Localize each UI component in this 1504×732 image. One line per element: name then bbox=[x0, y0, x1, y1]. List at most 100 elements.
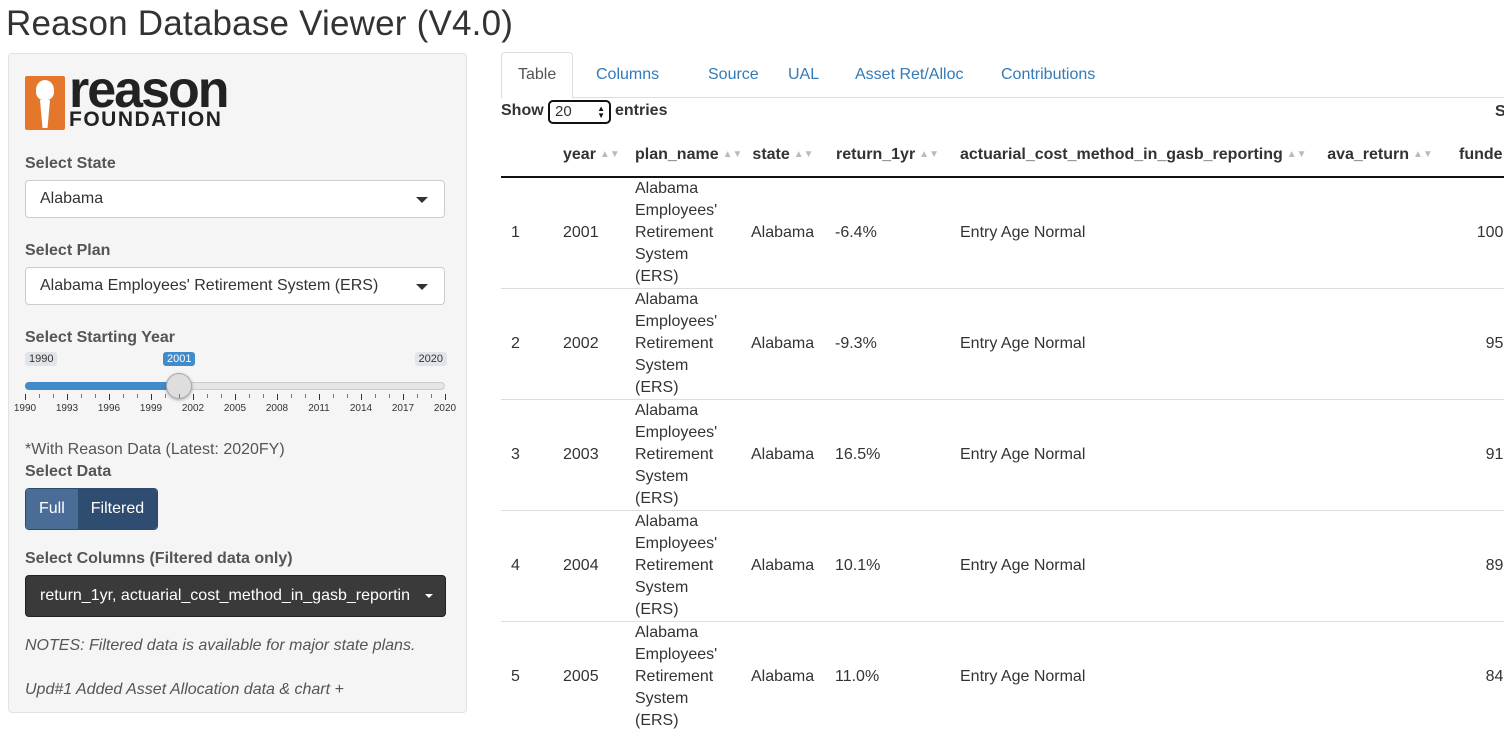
cell-year: 2005 bbox=[553, 622, 625, 732]
state-select[interactable]: Alabama bbox=[25, 180, 445, 218]
plan-name-line: Retirement bbox=[635, 666, 731, 688]
cell-plan-name: AlabamaEmployees'RetirementSystem (ERS) bbox=[625, 400, 741, 511]
chevron-down-icon bbox=[416, 284, 428, 290]
tab-table[interactable]: Table bbox=[501, 52, 573, 99]
plan-name-line: Alabama bbox=[635, 622, 731, 644]
col-header-plan-name[interactable]: plan_name▲▼ bbox=[625, 134, 741, 177]
cell-funded: 84.0% bbox=[1449, 622, 1504, 732]
cell-funded: 91.1% bbox=[1449, 400, 1504, 511]
entries-select[interactable]: 20 ▲▼ bbox=[548, 100, 611, 124]
col-header-year[interactable]: year▲▼ bbox=[553, 134, 625, 177]
table-row[interactable]: 12001AlabamaEmployees'RetirementSystem (… bbox=[501, 177, 1504, 289]
chevron-down-icon bbox=[425, 594, 433, 598]
slider-tick-label: 1999 bbox=[140, 403, 162, 414]
cell-ava-return bbox=[1311, 511, 1449, 622]
table-row[interactable]: 42004AlabamaEmployees'RetirementSystem (… bbox=[501, 511, 1504, 622]
col-header-funded[interactable]: funde bbox=[1449, 134, 1504, 177]
slider-tick bbox=[123, 394, 124, 398]
plan-select[interactable]: Alabama Employees' Retirement System (ER… bbox=[25, 267, 445, 305]
table-row[interactable]: 52005AlabamaEmployees'RetirementSystem (… bbox=[501, 622, 1504, 732]
row-index: 5 bbox=[501, 622, 553, 732]
sort-icon: ▲▼ bbox=[919, 149, 939, 160]
slider-tick-label: 2014 bbox=[350, 403, 372, 414]
sidebar-panel: reason FOUNDATION Select State Alabama S… bbox=[8, 53, 467, 713]
sort-icon: ▲▼ bbox=[600, 149, 620, 160]
tab-columns[interactable]: Columns bbox=[580, 52, 675, 99]
cell-year: 2001 bbox=[553, 177, 625, 289]
slider-tick bbox=[431, 394, 432, 398]
tab-ual[interactable]: UAL bbox=[772, 52, 835, 99]
table-row[interactable]: 32003AlabamaEmployees'RetirementSystem (… bbox=[501, 400, 1504, 511]
plan-name-line: Alabama bbox=[635, 178, 731, 200]
slider-tick bbox=[319, 394, 320, 400]
slider-tick bbox=[263, 394, 264, 398]
sort-icon: ▲▼ bbox=[1287, 149, 1307, 160]
plan-name-line: Employees' bbox=[635, 311, 731, 333]
col-header-index bbox=[501, 134, 553, 177]
slider-tick-label: 2017 bbox=[392, 403, 414, 414]
plan-select-value: Alabama Employees' Retirement System (ER… bbox=[40, 277, 378, 294]
plan-name-line: Retirement bbox=[635, 444, 731, 466]
cell-year: 2002 bbox=[553, 289, 625, 400]
slider-tick-label: 2011 bbox=[308, 403, 330, 414]
plan-name-line: System (ERS) bbox=[635, 577, 731, 621]
chevron-down-icon bbox=[416, 197, 428, 203]
slider-tick bbox=[53, 394, 54, 398]
slider-tick bbox=[25, 394, 26, 400]
col-header-return-1yr[interactable]: return_1yr▲▼ bbox=[825, 134, 950, 177]
plan-name-line: Alabama bbox=[635, 511, 731, 533]
cell-funded: 100.2% bbox=[1449, 177, 1504, 289]
plan-name-line: System (ERS) bbox=[635, 244, 731, 288]
columns-select[interactable]: return_1yr, actuarial_cost_method_in_gas… bbox=[25, 575, 446, 617]
col-header-state[interactable]: state▲▼ bbox=[741, 134, 825, 177]
slider-tick bbox=[193, 394, 194, 400]
cell-ava-return bbox=[1311, 289, 1449, 400]
slider-tick bbox=[445, 394, 446, 400]
state-label: Select State bbox=[25, 155, 116, 173]
cell-return-1yr: 16.5% bbox=[825, 400, 950, 511]
col-header-ava-return[interactable]: ava_return▲▼ bbox=[1311, 134, 1449, 177]
slider-tick bbox=[347, 394, 348, 398]
tab-source[interactable]: Source bbox=[692, 52, 775, 99]
table-row[interactable]: 22002AlabamaEmployees'RetirementSystem (… bbox=[501, 289, 1504, 400]
slider-tick bbox=[333, 394, 334, 398]
full-button[interactable]: Full bbox=[26, 489, 78, 529]
slider-tick bbox=[67, 394, 68, 400]
sort-icon: ▲▼ bbox=[723, 149, 743, 160]
slider-tick bbox=[375, 394, 376, 398]
plan-name-line: Alabama bbox=[635, 289, 731, 311]
row-index: 3 bbox=[501, 400, 553, 511]
row-index: 1 bbox=[501, 177, 553, 289]
slider-tick bbox=[151, 394, 152, 400]
slider-tick-label: 2005 bbox=[224, 403, 246, 414]
tab-contributions[interactable]: Contributions bbox=[985, 52, 1111, 99]
cell-actuarial-cost-method: Entry Age Normal bbox=[950, 400, 1311, 511]
sort-icon: ▲▼ bbox=[1413, 149, 1433, 160]
col-header-actuarial-cost-method[interactable]: actuarial_cost_method_in_gasb_reporting▲… bbox=[950, 134, 1311, 177]
slider-tick bbox=[109, 394, 110, 400]
app-title: Reason Database Viewer (V4.0) bbox=[6, 4, 513, 44]
cell-state: Alabama bbox=[741, 622, 825, 732]
state-select-value: Alabama bbox=[40, 190, 103, 207]
cell-state: Alabama bbox=[741, 400, 825, 511]
plan-name-line: Employees' bbox=[635, 422, 731, 444]
filtered-note: NOTES: Filtered data is available for ma… bbox=[25, 637, 415, 655]
entries-label: entries bbox=[615, 102, 667, 120]
cell-return-1yr: -9.3% bbox=[825, 289, 950, 400]
cell-actuarial-cost-method: Entry Age Normal bbox=[950, 177, 1311, 289]
plan-label: Select Plan bbox=[25, 242, 110, 260]
slider-tick bbox=[403, 394, 404, 400]
slider-tick bbox=[165, 394, 166, 398]
slider-tick bbox=[235, 394, 236, 400]
slider-value: 2001 bbox=[163, 352, 195, 366]
tab-bar: Table Columns Source UAL Asset Ret/Alloc… bbox=[501, 52, 1504, 98]
cell-state: Alabama bbox=[741, 289, 825, 400]
show-label: Show bbox=[501, 102, 544, 120]
slider-tick-label: 2008 bbox=[266, 403, 288, 414]
slider-max: 2020 bbox=[415, 352, 447, 366]
plan-name-line: Retirement bbox=[635, 555, 731, 577]
year-slider[interactable]: 1990 2020 2001 1990199319961999200220052… bbox=[25, 352, 447, 422]
filtered-button[interactable]: Filtered bbox=[78, 489, 157, 529]
plan-name-line: Employees' bbox=[635, 533, 731, 555]
tab-asset-ret-alloc[interactable]: Asset Ret/Alloc bbox=[839, 52, 979, 99]
